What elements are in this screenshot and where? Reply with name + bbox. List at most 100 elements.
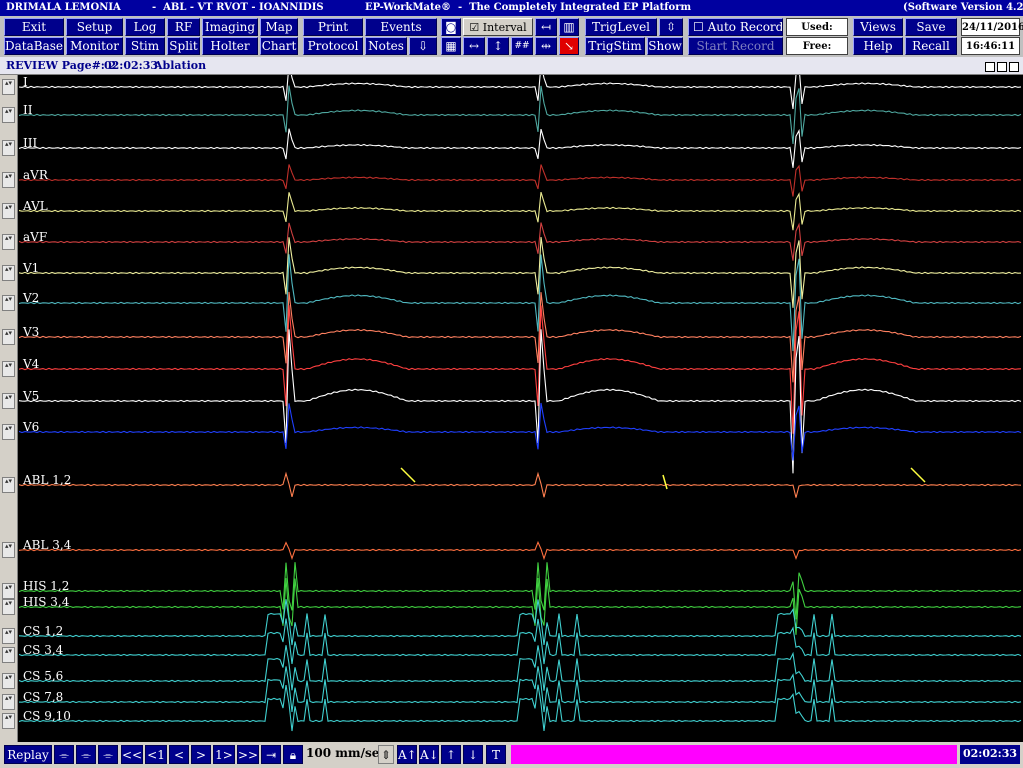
interval-checkbox[interactable]: ☑ Interval <box>463 18 533 36</box>
monitor-button[interactable]: Monitor <box>66 37 123 55</box>
rf-button[interactable]: RF <box>167 18 200 36</box>
save-button[interactable]: Save <box>905 18 957 36</box>
gain-up-icon[interactable]: A↑ <box>397 745 417 764</box>
channel-scale-button[interactable]: ▴▾ <box>2 599 15 615</box>
pin-icon[interactable]: ⇩ <box>409 37 437 55</box>
used-time: Used: 02:41 <box>786 18 848 51</box>
procedure-name: - ABL - VT RVOT - IOANNIDIS <box>152 2 324 13</box>
channel-label: V3 <box>22 325 39 339</box>
channel-scale-button[interactable]: ▴▾ <box>2 477 15 493</box>
h-measure-icon[interactable]: ↔ <box>463 37 485 55</box>
trace-his-3-4 <box>19 577 1022 635</box>
channel-label: CS 1,2 <box>23 624 63 638</box>
caliper-icon[interactable]: ↤ <box>535 18 557 36</box>
restore-icon[interactable] <box>1009 62 1019 72</box>
views-button[interactable]: Views <box>853 18 903 36</box>
forward-page-button[interactable]: >> <box>237 745 259 764</box>
forward-button[interactable]: > <box>191 745 211 764</box>
split-button[interactable]: Split <box>167 37 200 55</box>
marker-button[interactable]: T <box>486 745 506 764</box>
page-mark-2-icon[interactable]: ⌯ <box>76 745 96 764</box>
gain-down-icon[interactable]: A↓ <box>419 745 439 764</box>
forward-one-button[interactable]: 1> <box>213 745 235 764</box>
setup-button[interactable]: Setup <box>66 18 123 36</box>
map-button[interactable]: Map <box>260 18 298 36</box>
trig-adjust-icon[interactable]: ⇳ <box>659 18 683 36</box>
back-page-button[interactable]: << <box>121 745 143 764</box>
trig-level-button[interactable]: TrigLevel <box>585 18 657 36</box>
playback-bar: Replay ⌯ ⌯ ⌯ << <1 < > 1> >> ⇥ 🔒︎ 100 mm… <box>0 742 1023 768</box>
trig-stim-button[interactable]: TrigStim <box>585 37 645 55</box>
channel-label: I <box>23 75 28 89</box>
help-button[interactable]: Help <box>853 37 903 55</box>
auto-record-checkbox[interactable]: ☐ Auto Record <box>688 18 783 36</box>
protocol-button[interactable]: Protocol <box>303 37 363 55</box>
channel-scale-button[interactable]: ▴▾ <box>2 694 15 710</box>
page-mark-1-icon[interactable]: ⌯ <box>54 745 74 764</box>
recall-button[interactable]: Recall <box>905 37 957 55</box>
maximize-icon[interactable] <box>997 62 1007 72</box>
channel-scale-button[interactable]: ▴▾ <box>2 647 15 663</box>
camera-icon[interactable]: ◙ <box>441 18 461 36</box>
review-mode: Ablation <box>154 59 207 72</box>
channel-label: CS 3,4 <box>23 643 64 657</box>
hash-icon[interactable]: ## <box>511 37 533 55</box>
channel-scale-button[interactable]: ▴▾ <box>2 329 15 345</box>
channel-scale-button[interactable]: ▴▾ <box>2 295 15 311</box>
stim-button[interactable]: Stim <box>125 37 165 55</box>
speed-spinner-icon[interactable]: ⇕ <box>378 745 394 764</box>
log-button[interactable]: Log <box>125 18 165 36</box>
replay-button[interactable]: Replay <box>4 745 52 764</box>
product-name: EP-WorkMate® - The Completely Integrated… <box>365 2 692 13</box>
channel-scale-button[interactable]: ▴▾ <box>2 393 15 409</box>
trace-avr <box>19 164 1022 197</box>
grid-lines-icon[interactable]: ▥ <box>559 18 579 36</box>
holter-button[interactable]: Holter <box>202 37 258 55</box>
trace-abl-3-4 <box>19 540 1022 561</box>
channel-scale-button[interactable]: ▴▾ <box>2 140 15 156</box>
trace-v4 <box>19 305 1022 434</box>
channel-label: ABL 3,4 <box>22 538 72 552</box>
back-one-button[interactable]: <1 <box>145 745 167 764</box>
channel-scale-button[interactable]: ▴▾ <box>2 79 15 95</box>
channel-scale-button[interactable]: ▴▾ <box>2 542 15 558</box>
lock-icon[interactable]: 🔒︎ <box>283 745 303 764</box>
v-measure-icon[interactable]: ↕ <box>487 37 509 55</box>
channel-scale-button[interactable]: ▴▾ <box>2 424 15 440</box>
annotation-arrow <box>400 467 416 483</box>
events-button[interactable]: Events <box>365 18 437 36</box>
channel-scale-button[interactable]: ▴▾ <box>2 713 15 729</box>
start-record-button[interactable]: Start Record <box>688 37 783 55</box>
grid-icon[interactable]: ▦ <box>441 37 461 55</box>
back-button[interactable]: < <box>169 745 189 764</box>
page-mark-3-icon[interactable]: ⌯ <box>98 745 118 764</box>
channel-scale-button[interactable]: ▴▾ <box>2 107 15 123</box>
channel-scale-button[interactable]: ▴▾ <box>2 673 15 689</box>
march-icon[interactable]: ⇹ <box>535 37 557 55</box>
notes-button[interactable]: Notes <box>365 37 407 55</box>
trace-ii <box>19 85 1022 145</box>
down-arrow-icon[interactable]: ↓ <box>463 745 483 764</box>
end-icon[interactable]: ⇥ <box>261 745 281 764</box>
channel-scale-button[interactable]: ▴▾ <box>2 203 15 219</box>
show-button[interactable]: Show <box>647 37 683 55</box>
channel-scale-button[interactable]: ▴▾ <box>2 234 15 250</box>
channel-scale-button[interactable]: ▴▾ <box>2 628 15 644</box>
channel-scale-button[interactable]: ▴▾ <box>2 583 15 599</box>
minimize-icon[interactable] <box>985 62 995 72</box>
no-caliper-icon[interactable]: ↘ <box>559 37 579 55</box>
channel-scale-button[interactable]: ▴▾ <box>2 265 15 281</box>
replay-clock: 02:02:33 <box>960 745 1020 764</box>
exit-button[interactable]: Exit <box>4 18 64 36</box>
up-arrow-icon[interactable]: ↑ <box>441 745 461 764</box>
channel-label: V2 <box>22 291 39 305</box>
channel-label: aVR <box>23 168 49 182</box>
chart-button[interactable]: Chart <box>260 37 298 55</box>
channel-scale-button[interactable]: ▴▾ <box>2 172 15 188</box>
review-page: REVIEW Page#: 2 <box>6 59 117 72</box>
main-toolbar: Exit Setup Log RF Imaging Map Print Even… <box>0 16 1023 70</box>
print-button[interactable]: Print <box>303 18 363 36</box>
imaging-button[interactable]: Imaging <box>202 18 258 36</box>
channel-scale-button[interactable]: ▴▾ <box>2 361 15 377</box>
database-button[interactable]: DataBase <box>4 37 64 55</box>
